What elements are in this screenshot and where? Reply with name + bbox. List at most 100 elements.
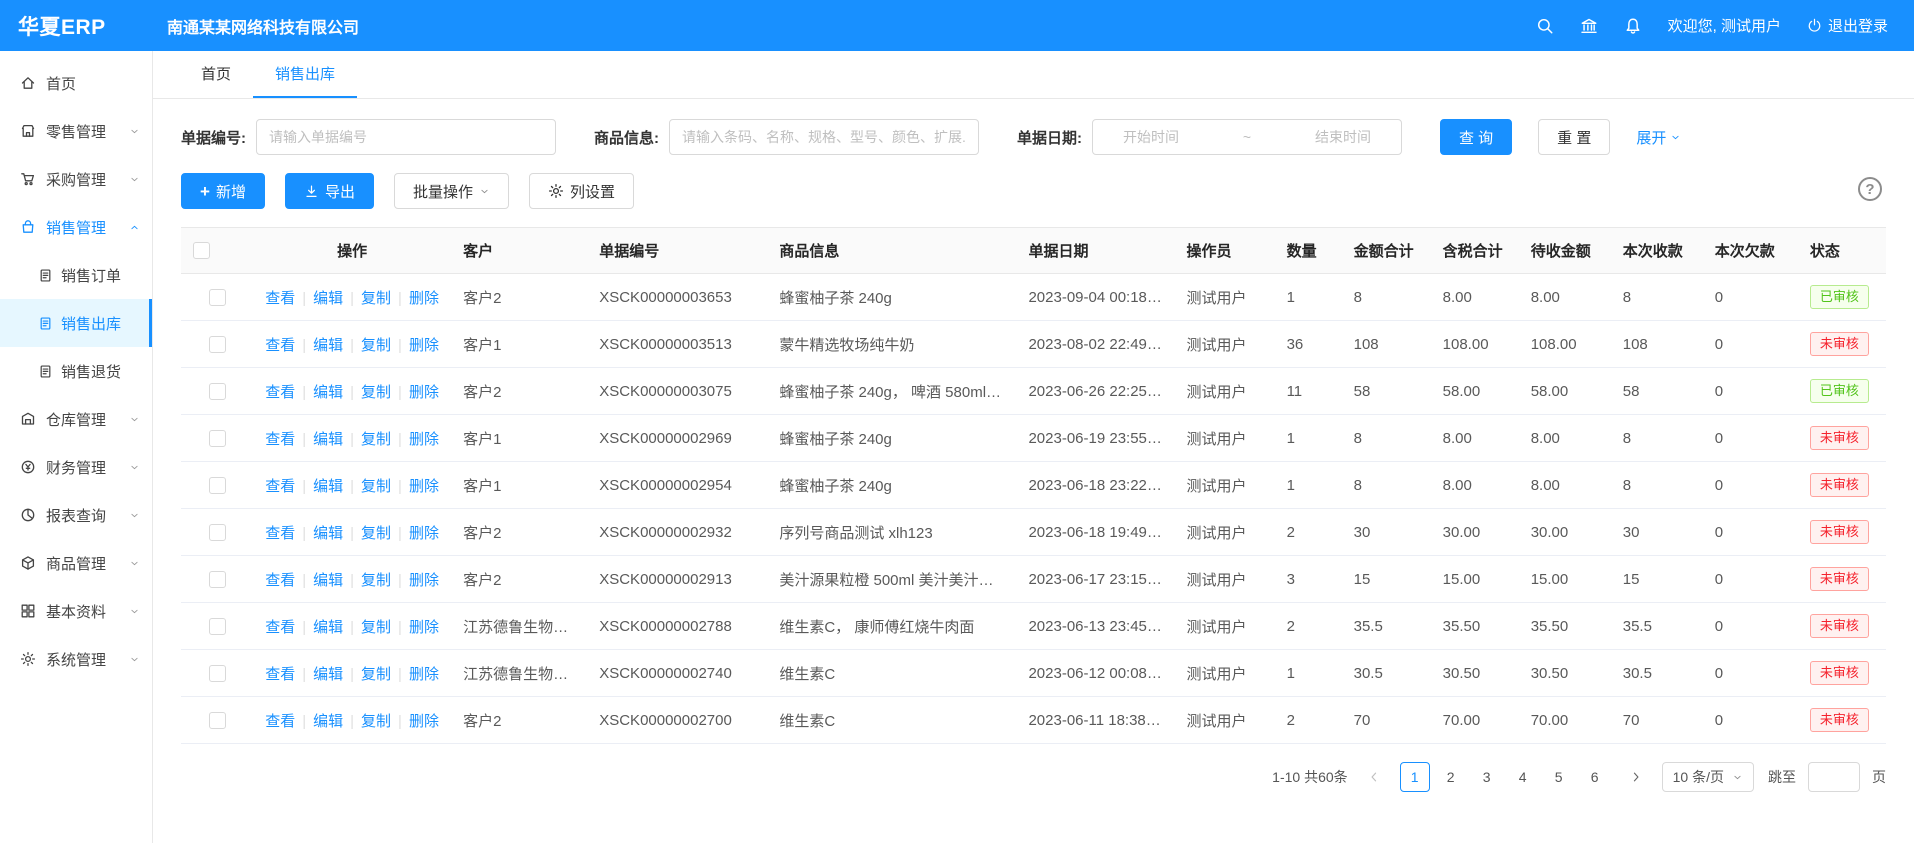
plus-icon: + (200, 183, 210, 200)
export-button[interactable]: 导出 (285, 173, 374, 209)
jump-page-input[interactable] (1808, 762, 1860, 792)
action-delete-link[interactable]: 删除 (409, 619, 439, 636)
action-view-link[interactable]: 查看 (265, 666, 295, 683)
purchase-icon (20, 171, 36, 187)
page-button-4[interactable]: 4 (1508, 762, 1538, 792)
action-copy-link[interactable]: 复制 (361, 713, 391, 730)
sidebar-item-home[interactable]: 首页 (0, 59, 152, 107)
sidebar-item-report[interactable]: 报表查询 (0, 491, 152, 539)
action-copy-link[interactable]: 复制 (361, 666, 391, 683)
home-icon (20, 75, 36, 91)
expand-toggle[interactable]: 展开 (1636, 127, 1681, 148)
action-delete-link[interactable]: 删除 (409, 384, 439, 401)
action-copy-link[interactable]: 复制 (361, 431, 391, 448)
action-edit-link[interactable]: 编辑 (313, 337, 343, 354)
row-checkbox[interactable] (209, 383, 226, 400)
action-delete-link[interactable]: 删除 (409, 525, 439, 542)
help-icon[interactable]: ? (1858, 177, 1882, 201)
sidebar-item-goods[interactable]: 商品管理 (0, 539, 152, 587)
search-icon[interactable] (1536, 17, 1554, 35)
action-delete-link[interactable]: 删除 (409, 337, 439, 354)
row-checkbox[interactable] (209, 524, 226, 541)
action-edit-link[interactable]: 编辑 (313, 713, 343, 730)
action-edit-link[interactable]: 编辑 (313, 525, 343, 542)
next-page-button[interactable] (1622, 763, 1650, 791)
bill-no-input[interactable] (256, 119, 556, 155)
page-button-6[interactable]: 6 (1580, 762, 1610, 792)
sidebar-item-purchase[interactable]: 采购管理 (0, 155, 152, 203)
row-checkbox[interactable] (209, 430, 226, 447)
action-copy-link[interactable]: 复制 (361, 525, 391, 542)
separator: | (398, 713, 402, 730)
action-edit-link[interactable]: 编辑 (313, 478, 343, 495)
add-button[interactable]: + 新增 (181, 173, 265, 209)
sidebar-item-base[interactable]: 基本资料 (0, 587, 152, 635)
prev-page-button[interactable] (1360, 763, 1388, 791)
action-view-link[interactable]: 查看 (265, 572, 295, 589)
cell-material: 美汁源果粒橙 500ml 美汁美汁美汁... (767, 556, 1016, 603)
search-button[interactable]: 查 询 (1440, 119, 1512, 155)
action-view-link[interactable]: 查看 (265, 525, 295, 542)
action-edit-link[interactable]: 编辑 (313, 384, 343, 401)
action-copy-link[interactable]: 复制 (361, 572, 391, 589)
checkbox-cell (181, 462, 253, 509)
reset-button[interactable]: 重 置 (1538, 119, 1610, 155)
action-copy-link[interactable]: 复制 (361, 384, 391, 401)
bank-icon[interactable] (1580, 17, 1598, 35)
page-button-1[interactable]: 1 (1400, 762, 1430, 792)
sidebar-item-sales[interactable]: 销售管理 (0, 203, 152, 251)
page-size-select[interactable]: 10 条/页 (1662, 762, 1754, 792)
sidebar-item-sales-return[interactable]: 销售退货 (0, 347, 152, 395)
action-copy-link[interactable]: 复制 (361, 337, 391, 354)
action-edit-link[interactable]: 编辑 (313, 666, 343, 683)
action-delete-link[interactable]: 删除 (409, 431, 439, 448)
row-checkbox[interactable] (209, 289, 226, 306)
row-checkbox[interactable] (209, 712, 226, 729)
material-input[interactable] (669, 119, 979, 155)
sidebar-item-warehouse[interactable]: 仓库管理 (0, 395, 152, 443)
action-copy-link[interactable]: 复制 (361, 478, 391, 495)
action-view-link[interactable]: 查看 (265, 431, 295, 448)
action-delete-link[interactable]: 删除 (409, 713, 439, 730)
page-button-3[interactable]: 3 (1472, 762, 1502, 792)
action-view-link[interactable]: 查看 (265, 337, 295, 354)
column-settings-button[interactable]: 列设置 (529, 173, 634, 209)
tab-sales-outbound[interactable]: 销售出库 (253, 51, 357, 98)
row-checkbox[interactable] (209, 618, 226, 635)
cell-date: 2023-06-18 19:49:39 (1016, 509, 1174, 556)
action-delete-link[interactable]: 删除 (409, 478, 439, 495)
action-copy-link[interactable]: 复制 (361, 290, 391, 307)
cell-receivable: 8.00 (1519, 415, 1611, 462)
row-checkbox[interactable] (209, 336, 226, 353)
action-view-link[interactable]: 查看 (265, 619, 295, 636)
action-edit-link[interactable]: 编辑 (313, 290, 343, 307)
column-header: 单据编号 (587, 228, 767, 274)
sidebar-item-sales-outbound[interactable]: 销售出库 (0, 299, 152, 347)
row-checkbox[interactable] (209, 665, 226, 682)
action-edit-link[interactable]: 编辑 (313, 619, 343, 636)
sidebar-item-sales-order[interactable]: 销售订单 (0, 251, 152, 299)
action-view-link[interactable]: 查看 (265, 290, 295, 307)
logout-button[interactable]: 退出登录 (1807, 15, 1888, 36)
batch-operation-button[interactable]: 批量操作 (394, 173, 509, 209)
row-checkbox[interactable] (209, 571, 226, 588)
select-all-checkbox[interactable] (193, 242, 210, 259)
page-button-5[interactable]: 5 (1544, 762, 1574, 792)
sidebar-item-finance[interactable]: 财务管理 (0, 443, 152, 491)
action-delete-link[interactable]: 删除 (409, 666, 439, 683)
sidebar-item-system[interactable]: 系统管理 (0, 635, 152, 683)
action-view-link[interactable]: 查看 (265, 713, 295, 730)
action-edit-link[interactable]: 编辑 (313, 431, 343, 448)
action-edit-link[interactable]: 编辑 (313, 572, 343, 589)
action-view-link[interactable]: 查看 (265, 478, 295, 495)
action-view-link[interactable]: 查看 (265, 384, 295, 401)
tab-home[interactable]: 首页 (179, 51, 253, 98)
page-button-2[interactable]: 2 (1436, 762, 1466, 792)
sidebar-item-retail[interactable]: 零售管理 (0, 107, 152, 155)
bell-icon[interactable] (1624, 17, 1642, 35)
date-range-picker[interactable]: 开始时间 ~ 结束时间 (1092, 119, 1402, 155)
row-checkbox[interactable] (209, 477, 226, 494)
action-delete-link[interactable]: 删除 (409, 572, 439, 589)
action-delete-link[interactable]: 删除 (409, 290, 439, 307)
action-copy-link[interactable]: 复制 (361, 619, 391, 636)
